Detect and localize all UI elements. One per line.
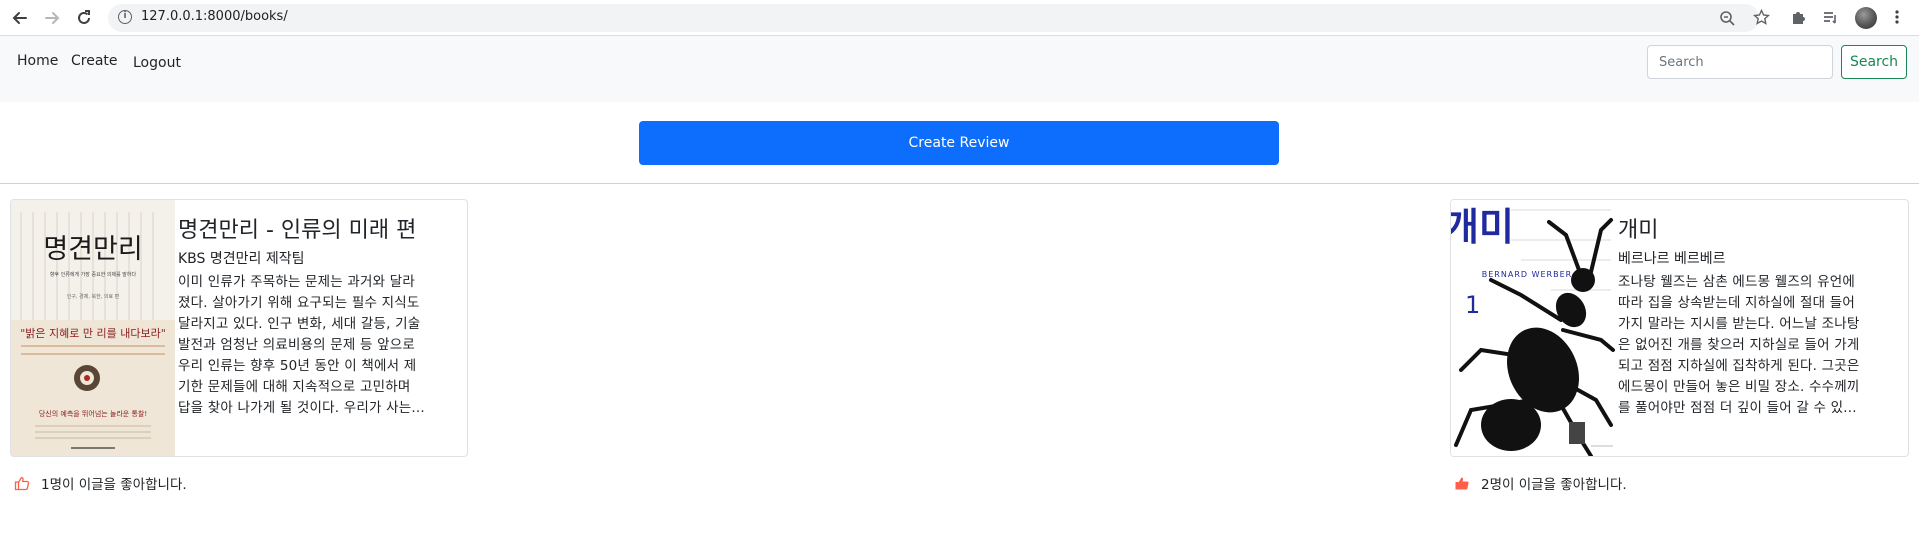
like-row: 2명이 이글을 좋아합니다. <box>1454 473 1627 493</box>
cover-bottom-text: 당신의 예측을 뛰어넘는 놀라운 통찰! <box>39 409 147 418</box>
description-line: 답을 찾아 나가게 될 것이다. 우리가 사는... <box>178 400 425 416</box>
back-arrow-icon[interactable] <box>8 6 32 30</box>
forward-arrow-icon[interactable] <box>40 6 64 30</box>
description-line: 이미 인류가 주목하는 문제는 과거와 달라 <box>178 274 415 290</box>
bookmark-star-icon[interactable] <box>1752 8 1770 25</box>
like-count-text: 2명이 이글을 좋아합니다. <box>1481 477 1627 493</box>
description-line: 우리 인류는 향후 50년 동안 이 책에서 제 <box>178 358 417 374</box>
book-author: KBS 명견만리 제작팀 <box>178 251 305 267</box>
description-line: 에드몽이 만들어 놓은 비밀 장소. 수수께끼 <box>1618 379 1860 395</box>
search-input[interactable] <box>1647 45 1833 79</box>
nav-create-link[interactable]: Create <box>71 53 118 69</box>
book-author: 베르나르 베르베르 <box>1618 251 1726 267</box>
description-line: 기한 문제들에 대해 지속적으로 고민하며 <box>178 379 411 395</box>
profile-avatar[interactable] <box>1855 7 1877 29</box>
cover-main-title: 명견만리 <box>43 234 142 265</box>
description-line: 달라지고 있다. 인구 변화, 세대 갈등, 기술 <box>178 316 421 332</box>
cover-subtitle: BERNARD WERBER <box>1482 270 1572 279</box>
reading-list-icon[interactable] <box>1821 9 1839 27</box>
description-line: 은 없어진 개를 찾으러 지하실로 들어 가게 <box>1618 337 1860 353</box>
book-title[interactable]: 명견만리 - 인류의 미래 편 <box>178 212 416 244</box>
description-line: 되고 점점 지하실에 집착하게 된다. 그곳은 <box>1618 358 1860 374</box>
browser-toolbar: i 127.0.0.1:8000/books/ <box>0 0 1919 36</box>
zoom-icon[interactable] <box>1718 10 1736 26</box>
content-divider <box>0 183 1919 184</box>
site-info-icon[interactable]: i <box>118 10 132 24</box>
kebab-menu-icon[interactable] <box>1888 9 1906 27</box>
description-line: 발전과 엄청난 의료비용의 문제 등 앞으로 <box>178 337 415 353</box>
address-bar[interactable]: i 127.0.0.1:8000/books/ <box>108 4 1759 32</box>
description-line: 따라 집을 상속받는데 지하실에 절대 들어 <box>1618 295 1855 311</box>
like-row: 1명이 이글을 좋아합니다. <box>14 473 187 493</box>
book-cover-image: 개미 BERNARD WERBER 1 <box>1451 200 1618 456</box>
book-card[interactable]: 개미 BERNARD WERBER 1 개미 베르나르 베르베르 조나탕 웰즈는… <box>1450 199 1909 457</box>
nav-logout-link[interactable]: Logout <box>133 55 181 71</box>
description-line: 졌다. 살아가기 위해 요구되는 필수 지식도 <box>178 295 420 311</box>
description-line: 조나탕 웰즈는 삼촌 에드몽 웰즈의 유언에 <box>1618 274 1855 290</box>
cover-subtitle: 향후 인류에게 가장 중요한 의제를 말하다 <box>50 271 137 278</box>
book-title[interactable]: 개미 <box>1618 212 1658 244</box>
search-button[interactable]: Search <box>1841 45 1907 79</box>
app-navbar: Home Create Logout <box>0 36 1919 102</box>
nav-home-link[interactable]: Home <box>17 53 58 69</box>
thumbs-up-icon[interactable] <box>14 475 30 491</box>
book-cover-image: 명견만리 향후 인류에게 가장 중요한 의제를 말하다 인구, 경제, 북한, … <box>11 200 175 456</box>
book-description: 조나탕 웰즈는 삼촌 에드몽 웰즈의 유언에 따라 집을 상속받는데 지하실에 … <box>1618 272 1860 419</box>
book-description: 이미 인류가 주목하는 문제는 과거와 달라 졌다. 살아가기 위해 요구되는 … <box>178 272 425 419</box>
like-count-text: 1명이 이글을 좋아합니다. <box>41 477 187 493</box>
create-review-button[interactable]: Create Review <box>639 121 1279 165</box>
cover-badge: 인구, 경제, 북한, 의료 편 <box>67 293 120 300</box>
url-text[interactable]: 127.0.0.1:8000/books/ <box>141 9 288 24</box>
book-card[interactable]: 명견만리 향후 인류에게 가장 중요한 의제를 말하다 인구, 경제, 북한, … <box>10 199 468 457</box>
cover-volume: 1 <box>1465 291 1480 319</box>
cover-quote: "밝은 지혜로 만 리를 내다보라" <box>20 327 166 340</box>
description-line: 를 풀어야만 점점 더 깊이 들어 갈 수 있... <box>1618 400 1857 416</box>
reload-icon[interactable] <box>72 6 96 30</box>
cover-main-title: 개미 <box>1451 205 1514 249</box>
description-line: 가지 말라는 지시를 받는다. 어느날 조나탕 <box>1618 316 1860 332</box>
extensions-puzzle-icon[interactable] <box>1789 9 1807 27</box>
thumbs-up-icon[interactable] <box>1454 475 1470 491</box>
